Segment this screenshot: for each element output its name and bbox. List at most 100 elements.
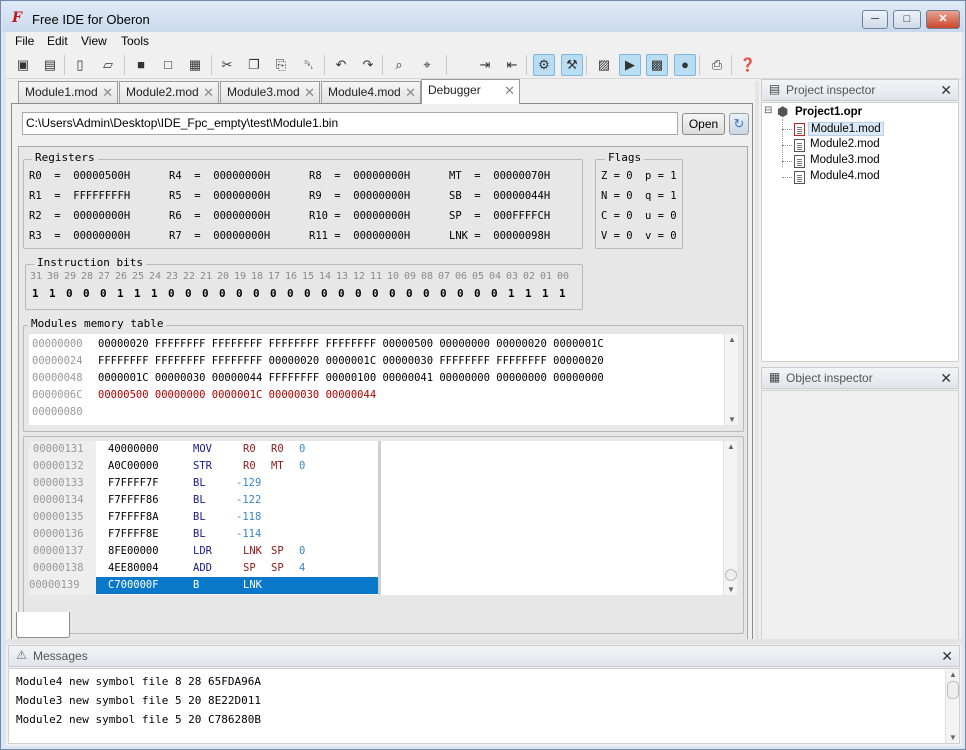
save-icon[interactable]: ■ [130, 54, 152, 76]
delete-icon[interactable]: ␡ [298, 54, 320, 76]
scroll-up-icon[interactable]: ▲ [724, 442, 738, 451]
close-icon[interactable]: ✕ [203, 82, 214, 103]
tab-module4[interactable]: Module4.mod ✕ [321, 81, 421, 104]
find-icon[interactable]: ⌕ [388, 54, 410, 76]
compile-icon[interactable]: ▨ [593, 54, 615, 76]
close-icon[interactable]: ✕ [941, 646, 953, 666]
code-hex: C700000F [108, 579, 159, 591]
scroll-thumb[interactable] [947, 681, 959, 699]
tree-line [782, 119, 783, 167]
tab-debugger[interactable]: Debugger ✕ [421, 79, 520, 104]
tab-module3[interactable]: Module3.mod ✕ [220, 81, 320, 104]
open-file-icon[interactable]: ▱ [97, 54, 119, 76]
close-icon[interactable]: ✕ [304, 82, 315, 103]
close-window-button[interactable]: ✕ [926, 10, 960, 29]
bit-value: 1 [151, 287, 158, 300]
debug-icon[interactable]: ▩ [646, 54, 668, 76]
flag-value: C = 0 [601, 210, 633, 222]
bit-index: 25 [132, 271, 145, 282]
register-value: R11 = 00000000H [309, 230, 411, 242]
help-icon[interactable]: ❓ [737, 54, 759, 76]
memory-scrollbar[interactable]: ▲ ▼ [724, 334, 738, 425]
title-bar[interactable]: F Free IDE for Oberon ─ □ ✕ [2, 2, 964, 32]
run-icon[interactable]: ▶ [619, 54, 641, 76]
code-scrollbar[interactable]: ▲ ▼ [723, 441, 737, 595]
collapse-icon[interactable]: ⊟ [764, 105, 772, 116]
scroll-down-icon[interactable]: ▼ [725, 415, 739, 424]
code-line[interactable]: 00000131 40000000 MOV R0 R0 0 [29, 441, 375, 458]
toolbar-separator [526, 55, 527, 75]
new-project-icon[interactable]: ▣ [12, 54, 34, 76]
maximize-button[interactable]: □ [893, 10, 921, 29]
menu-view[interactable]: View [81, 34, 107, 48]
code-line[interactable]: 00000136 F7FFFF8E BL -114 [29, 526, 375, 543]
code-line[interactable]: 00000139 C700000F B LNK [29, 577, 378, 594]
indent-icon[interactable]: ⇥ [474, 54, 496, 76]
open-button[interactable]: Open [682, 113, 725, 135]
binary-path-input[interactable]: C:\Users\Admin\Desktop\IDE_Fpc_empty\tes… [22, 112, 678, 135]
paste-icon[interactable]: ⎘ [270, 54, 292, 76]
scroll-down-icon[interactable]: ▼ [724, 585, 738, 594]
vertical-splitter[interactable] [755, 81, 759, 641]
register-value: LNK = 00000098H [449, 230, 551, 242]
memory-row[interactable]: 00000500 00000000 0000001C 00000030 0000… [98, 389, 376, 401]
print-icon[interactable]: ⎙ [706, 54, 728, 76]
outdent-icon[interactable]: ⇤ [501, 54, 523, 76]
close-icon[interactable]: ✕ [940, 80, 952, 100]
close-icon[interactable]: ✕ [405, 82, 416, 103]
memory-row[interactable]: 00000020 FFFFFFFF FFFFFFFF FFFFFFFF FFFF… [98, 338, 604, 350]
menu-edit[interactable]: Edit [47, 34, 68, 48]
save-all-icon[interactable]: ▦ [184, 54, 206, 76]
bit-index: 12 [353, 271, 366, 282]
redo-icon[interactable]: ↷ [357, 54, 379, 76]
code-operand: SP [271, 545, 284, 557]
menu-tools[interactable]: Tools [121, 34, 149, 48]
flags-group: Flags Z = 0 p = 1 N = 0 q = 1 C = 0 u = 0 V = … [595, 151, 683, 249]
project-tree: ⊟ ⬢ Project1.opr Module1.mod Module2.mod M… [761, 102, 959, 362]
memory-row[interactable]: 0000001C 00000030 00000044 FFFFFFFF 0000… [98, 372, 604, 384]
undo-icon[interactable]: ↶ [330, 54, 352, 76]
close-icon[interactable]: ✕ [102, 82, 113, 103]
minimize-button[interactable]: ─ [862, 10, 888, 29]
tree-file-item[interactable]: Module2.mod [808, 138, 882, 150]
new-file-icon[interactable]: ▯ [69, 54, 91, 76]
project-name[interactable]: Project1.opr [795, 106, 862, 118]
bit-value: 0 [253, 287, 260, 300]
code-line[interactable]: 00000133 F7FFFF7F BL -129 [29, 475, 375, 492]
copy-icon[interactable]: ❐ [243, 54, 265, 76]
horizontal-splitter[interactable] [6, 639, 962, 644]
code-line[interactable]: 00000134 F7FFFF86 BL -122 [29, 492, 375, 509]
code-line[interactable]: 00000137 8FE00000 LDR LNK SP 0 [29, 543, 375, 560]
close-icon[interactable]: ✕ [504, 80, 515, 101]
cut-icon[interactable]: ✂ [216, 54, 238, 76]
tree-file-item[interactable]: Module3.mod [808, 154, 882, 166]
memory-row[interactable]: FFFFFFFF FFFFFFFF FFFFFFFF 00000020 0000… [98, 355, 604, 367]
code-hex: A0C00000 [108, 460, 159, 472]
code-opcode: BL [193, 511, 206, 523]
tab-module1[interactable]: Module1.mod ✕ [18, 81, 118, 104]
scroll-down-icon[interactable]: ▼ [946, 733, 960, 742]
tab-module2[interactable]: Module2.mod ✕ [119, 81, 219, 104]
menu-file[interactable]: File [15, 34, 34, 48]
close-icon[interactable]: ✕ [940, 368, 952, 388]
memory-table[interactable]: 00000000 00000020 FFFFFFFF FFFFFFFF FFFFF… [29, 334, 724, 425]
code-line[interactable]: 00000132 A0C00000 STR R0 MT 0 [29, 458, 375, 475]
scroll-up-icon[interactable]: ▲ [946, 670, 960, 679]
stop-debug-icon[interactable]: ● [674, 54, 696, 76]
save-as-icon[interactable]: □ [157, 54, 179, 76]
messages-scrollbar[interactable]: ▲ ▼ [945, 669, 959, 743]
tree-file-item[interactable]: Module4.mod [808, 170, 882, 182]
flag-value: v = 0 [645, 230, 677, 242]
open-project-icon[interactable]: ▤ [39, 54, 61, 76]
find-next-icon[interactable]: ⌖ [416, 54, 438, 76]
refresh-icon[interactable]: ↻ [729, 113, 749, 135]
code-operand: R0 [271, 443, 284, 455]
tree-file-item[interactable]: Module1.mod [808, 122, 884, 136]
code-line[interactable]: 00000138 4EE80004 ADD SP SP 4 [29, 560, 375, 577]
bottom-tab[interactable] [16, 612, 70, 638]
tools-icon[interactable]: ⚒ [561, 54, 583, 76]
scroll-thumb[interactable] [725, 569, 737, 581]
scroll-up-icon[interactable]: ▲ [725, 335, 739, 344]
code-line[interactable]: 00000135 F7FFFF8A BL -118 [29, 509, 375, 526]
settings-icon[interactable]: ⚙ [533, 54, 555, 76]
